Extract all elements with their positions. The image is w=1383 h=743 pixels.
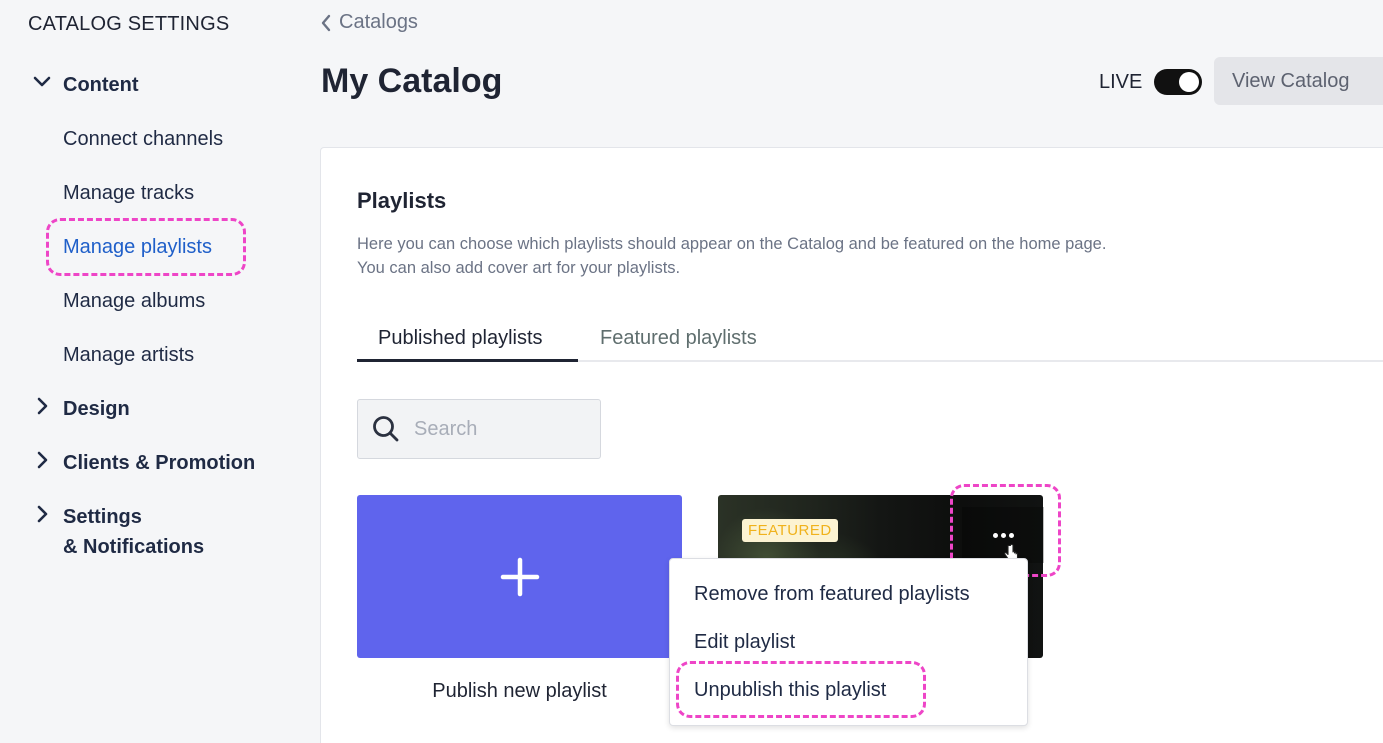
sidebar-section-content[interactable]: Content	[28, 70, 139, 100]
view-catalog-button[interactable]: View Catalog	[1214, 57, 1383, 105]
sidebar-item-manage-playlists[interactable]: Manage playlists	[63, 233, 212, 261]
section-description: Here you can choose which playlists shou…	[357, 232, 1257, 280]
sidebar: CATALOG SETTINGS Content Connect channel…	[0, 0, 300, 743]
page-title: My Catalog	[321, 62, 503, 100]
search-input[interactable]	[414, 417, 594, 441]
tab-featured-playlists[interactable]: Featured playlists	[600, 320, 757, 362]
menu-item-remove-featured[interactable]: Remove from featured playlists	[694, 583, 970, 606]
section-description-line1: Here you can choose which playlists shou…	[357, 235, 1107, 253]
search-icon	[373, 416, 399, 442]
playlist-tabs: Published playlists Featured playlists	[357, 320, 1383, 362]
playlist-options-menu: Remove from featured playlists Edit play…	[669, 558, 1028, 726]
sidebar-section-label-line1: Settings	[63, 506, 142, 528]
plus-icon	[500, 557, 539, 596]
live-toggle[interactable]	[1154, 69, 1202, 95]
sidebar-section-design[interactable]: Design	[28, 394, 130, 424]
live-label: LIVE	[1099, 71, 1143, 93]
publish-new-playlist-label: Publish new playlist	[432, 680, 607, 702]
sidebar-item-manage-tracks[interactable]: Manage tracks	[63, 179, 194, 207]
chevron-right-icon	[28, 394, 56, 418]
back-link-catalogs[interactable]: Catalogs	[320, 11, 418, 34]
section-description-line2: You can also add cover art for your play…	[357, 259, 681, 277]
featured-badge: FEATURED	[742, 519, 838, 542]
menu-item-unpublish-playlist[interactable]: Unpublish this playlist	[694, 679, 886, 702]
sidebar-section-label: Design	[63, 398, 130, 420]
more-options-button[interactable]	[962, 507, 1044, 563]
sidebar-item-manage-artists[interactable]: Manage artists	[63, 341, 194, 369]
chevron-down-icon	[28, 70, 56, 94]
sidebar-item-manage-albums[interactable]: Manage albums	[63, 287, 205, 315]
chevron-right-icon	[28, 502, 56, 526]
sidebar-section-label-line2: & Notifications	[63, 536, 205, 558]
toggle-knob	[1179, 72, 1199, 92]
sidebar-section-clients-promotion[interactable]: Clients & Promotion	[28, 448, 255, 478]
tab-published-playlists[interactable]: Published playlists	[357, 320, 578, 362]
sidebar-item-connect-channels[interactable]: Connect channels	[63, 125, 223, 153]
sidebar-section-label: Clients & Promotion	[63, 452, 256, 474]
back-link-label: Catalogs	[339, 11, 418, 33]
section-title: Playlists	[357, 188, 447, 213]
sidebar-section-label: Content	[63, 74, 139, 96]
sidebar-title: CATALOG SETTINGS	[28, 13, 230, 35]
search-box	[357, 399, 601, 459]
chevron-left-icon	[321, 14, 331, 31]
menu-item-edit-playlist[interactable]: Edit playlist	[694, 631, 795, 654]
sidebar-section-label: Settings & Notifications	[63, 502, 204, 562]
sidebar-section-settings-notifications[interactable]: Settings & Notifications	[28, 502, 204, 562]
chevron-right-icon	[28, 448, 56, 472]
publish-new-playlist-tile[interactable]	[357, 495, 682, 658]
more-horizontal-icon	[992, 532, 1014, 538]
